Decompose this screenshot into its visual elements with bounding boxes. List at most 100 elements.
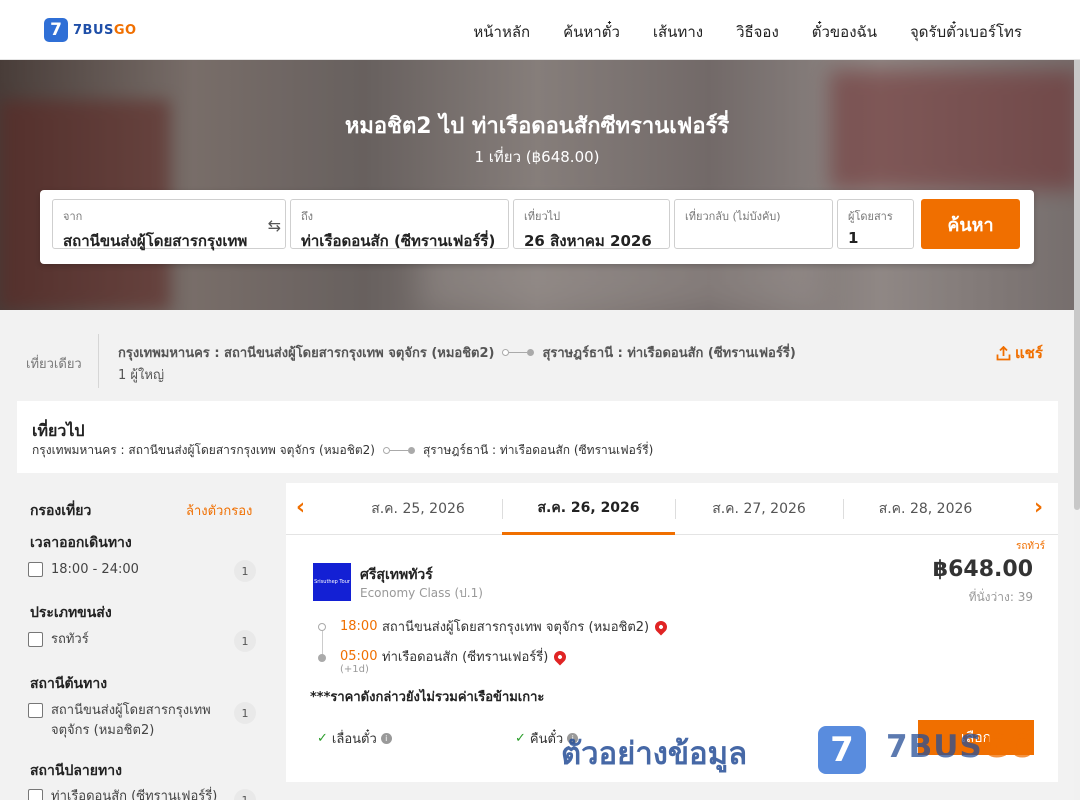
nav-search-ticket[interactable]: ค้นหาตั๋ว xyxy=(563,20,620,44)
nav-routes[interactable]: เส้นทาง xyxy=(653,20,703,44)
to-label: ถึง xyxy=(301,210,314,223)
from-field[interactable]: จาก สถานีขนส่งผู้โดยสารกรุงเทพ ⇆ xyxy=(52,199,286,250)
summary-route: กรุงเทพมหานคร : สถานีขนส่งผู้โดยสารกรุงเ… xyxy=(118,342,796,363)
seats-available: ที่นั่งว่าง: 39 xyxy=(968,590,1033,604)
scrollbar-thumb[interactable] xyxy=(1074,30,1080,510)
filter-option-type[interactable]: รถทัวร์ 1 xyxy=(28,630,256,652)
departure-station: สถานีขนส่งผู้โดยสารกรุงเทพ จตุจักร (หมอช… xyxy=(382,620,650,635)
date-tab[interactable]: ส.ค. 25, 2026 xyxy=(334,483,502,535)
passenger-value: 1 xyxy=(848,229,859,247)
info-icon[interactable]: i xyxy=(380,733,392,744)
divider xyxy=(98,334,99,388)
check-icon: ✓ xyxy=(515,731,526,746)
hero-title: หมอชิต2 ไป ท่าเรือดอนสักซีทรานเฟอร์รี่ xyxy=(344,114,730,139)
swap-icon[interactable]: ⇆ xyxy=(268,216,281,235)
checkbox[interactable] xyxy=(28,562,43,577)
outbound-origin: กรุงเทพมหานคร : สถานีขนส่งผู้โดยสารกรุงเ… xyxy=(32,443,375,457)
return-label: เที่ยวกลับ (ไม่บังคับ) xyxy=(685,210,781,223)
share-icon xyxy=(996,345,1011,360)
trip-summary: เที่ยวเดียว กรุงเทพมหานคร : สถานีขนส่งผู… xyxy=(0,310,1074,388)
departure-stop: 18:00 สถานีขนส่งผู้โดยสารกรุงเทพ จตุจักร… xyxy=(340,616,670,637)
feature-reschedule: ✓ เลื่อนตั๋ว i xyxy=(317,728,392,749)
depart-label: เที่ยวไป xyxy=(524,210,561,223)
filter-section-origin: สถานีต้นทาง xyxy=(30,676,108,692)
filter-panel: กรองเที่ยว ล้างตัวกรอง เวลาออกเดินทาง 18… xyxy=(17,483,277,800)
outbound-destination: สุราษฎร์ธานี : ท่าเรือดอนสัก (ซีทรานเฟอร… xyxy=(422,443,654,457)
main-nav: หน้าหลัก ค้นหาตั๋ว เส้นทาง วิธีจอง ตั๋วข… xyxy=(473,20,1022,44)
filter-option-label: ท่าเรือดอนสัก (ซีทรานเฟอร์รี่) xyxy=(51,789,218,800)
to-value: ท่าเรือดอนสัก (ซีทรานเฟอร์รี่) xyxy=(301,232,496,250)
share-label: แชร์ xyxy=(1015,344,1043,362)
logo-badge: 7 xyxy=(44,18,68,42)
filter-option-label: สถานีขนส่งผู้โดยสารกรุงเทพ จตุจักร (หมอช… xyxy=(51,703,211,738)
check-icon: ✓ xyxy=(317,731,328,746)
site-logo[interactable]: 7 7BUSGO xyxy=(44,18,137,42)
passenger-field[interactable]: ผู้โดยสาร 1 xyxy=(837,199,914,249)
chevron-right-icon[interactable]: › xyxy=(1034,495,1043,520)
share-button[interactable]: แชร์ xyxy=(996,341,1043,365)
operator-name: ศรีสุเทพทัวร์ xyxy=(360,567,433,583)
depart-value: 26 สิงหาคม 2026 xyxy=(524,232,652,250)
filter-option-destination[interactable]: ท่าเรือดอนสัก (ซีทรานเฟอร์รี่) 1 xyxy=(28,787,256,800)
nav-how-to-book[interactable]: วิธีจอง xyxy=(736,20,779,44)
logo-text: 7BUSGO xyxy=(73,22,137,38)
filter-option-origin[interactable]: สถานีขนส่งผู้โดยสารกรุงเทพ จตุจักร (หมอช… xyxy=(28,701,256,741)
hero-banner: หมอชิต2 ไป ท่าเรือดอนสักซีทรานเฟอร์รี่ 1… xyxy=(0,60,1074,310)
map-pin-icon[interactable] xyxy=(652,618,670,635)
filter-count-badge: 1 xyxy=(234,789,256,800)
from-value: สถานีขนส่งผู้โดยสารกรุงเทพ xyxy=(63,232,248,250)
ticket-price: ฿648.00 xyxy=(932,557,1033,582)
checkbox[interactable] xyxy=(28,789,43,800)
feature-label: คืนตั๋ว xyxy=(529,732,564,747)
departure-time: 18:00 xyxy=(340,619,378,634)
feature-label: เลื่อนตั๋ว xyxy=(331,732,377,747)
watermark-text: ตัวอย่างข้อมูล xyxy=(561,736,748,772)
route-connector-icon xyxy=(502,349,535,356)
filter-option-label: รถทัวร์ xyxy=(51,632,89,647)
filter-option-time[interactable]: 18:00 - 24:00 1 xyxy=(28,560,256,582)
checkbox[interactable] xyxy=(28,632,43,647)
checkbox[interactable] xyxy=(28,703,43,718)
nav-my-tickets[interactable]: ตั๋วของฉัน xyxy=(812,20,877,44)
filter-section-destination: สถานีปลายทาง xyxy=(30,763,122,779)
timeline-icon xyxy=(316,623,328,663)
filter-section-transport-type: ประเภทขนส่ง xyxy=(30,605,112,621)
arrival-day-offset: (+1d) xyxy=(340,664,369,675)
outbound-route: กรุงเทพมหานคร : สถานีขนส่งผู้โดยสารกรุงเ… xyxy=(32,441,653,460)
filter-section-departure-time: เวลาออกเดินทาง xyxy=(30,535,132,551)
operator-logo: Srisuthep Tour xyxy=(313,563,351,601)
nav-home[interactable]: หน้าหลัก xyxy=(473,20,530,44)
filter-option-label: 18:00 - 24:00 xyxy=(51,562,139,577)
from-label: จาก xyxy=(63,210,83,223)
clear-filters-link[interactable]: ล้างตัวกรอง xyxy=(186,500,252,521)
summary-destination: สุราษฎร์ธานี : ท่าเรือดอนสัก (ซีทรานเฟอร… xyxy=(542,346,796,361)
price-note: ***ราคาดังกล่าวยังไม่รวมค่าเรือข้ามเกาะ xyxy=(310,690,545,705)
route-connector-icon xyxy=(382,447,415,454)
search-button[interactable]: ค้นหา xyxy=(921,199,1020,249)
outbound-card: เที่ยวไป กรุงเทพมหานคร : สถานีขนส่งผู้โด… xyxy=(17,401,1058,473)
watermark-brand: 7BUSGO xyxy=(886,729,1037,765)
page-scrollbar[interactable] xyxy=(1074,0,1080,800)
to-field[interactable]: ถึง ท่าเรือดอนสัก (ซีทรานเฟอร์รี่) xyxy=(290,199,509,250)
arrival-time: 05:00 xyxy=(340,649,378,664)
return-date-field[interactable]: เที่ยวกลับ (ไม่บังคับ) xyxy=(674,199,833,249)
filter-count-badge: 1 xyxy=(234,630,256,652)
top-navbar: 7 7BUSGO หน้าหลัก ค้นหาตั๋ว เส้นทาง วิธี… xyxy=(0,0,1080,60)
seat-class: Economy Class (ป.1) xyxy=(360,586,483,600)
date-tab[interactable]: ส.ค. 28, 2026 xyxy=(843,483,1008,535)
date-selector: ‹ ส.ค. 25, 2026 ส.ค. 26, 2026 ส.ค. 27, 2… xyxy=(286,483,1058,535)
search-form: จาก สถานีขนส่งผู้โดยสารกรุงเทพ ⇆ ถึง ท่า… xyxy=(40,190,1034,264)
depart-date-field[interactable]: เที่ยวไป 26 สิงหาคม 2026 xyxy=(513,199,670,250)
filter-title: กรองเที่ยว xyxy=(30,503,92,519)
arrival-stop: 05:00 ท่าเรือดอนสัก (ซีทรานเฟอร์รี่) xyxy=(340,646,569,667)
date-tab[interactable]: ส.ค. 27, 2026 xyxy=(675,483,843,535)
chevron-left-icon[interactable]: ‹ xyxy=(296,495,305,520)
watermark-logo-badge: 7 xyxy=(818,726,866,774)
passenger-label: ผู้โดยสาร xyxy=(848,210,893,223)
filter-count-badge: 1 xyxy=(234,560,256,582)
date-tab-active[interactable]: ส.ค. 26, 2026 xyxy=(502,483,675,535)
hero-overlay xyxy=(0,60,1074,310)
map-pin-icon[interactable] xyxy=(551,648,569,665)
hero-subtitle: 1 เที่ยว (฿648.00) xyxy=(474,148,600,166)
nav-pickup-points[interactable]: จุดรับตั๋วเบอร์โทร xyxy=(910,20,1022,44)
